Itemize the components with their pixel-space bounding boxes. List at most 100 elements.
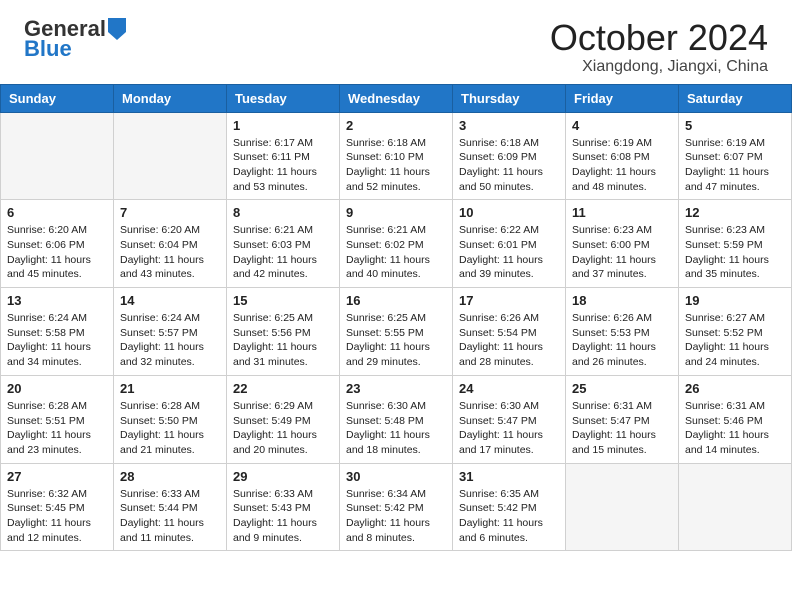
- page-header: General Blue October 2024 Xiangdong, Jia…: [0, 0, 792, 84]
- day-number: 29: [233, 469, 333, 484]
- day-number: 28: [120, 469, 220, 484]
- calendar-week-row: 20Sunrise: 6:28 AMSunset: 5:51 PMDayligh…: [1, 375, 792, 463]
- cell-info: Sunrise: 6:30 AMSunset: 5:47 PMDaylight:…: [459, 399, 559, 458]
- calendar-cell: [566, 463, 679, 551]
- calendar-header-row: SundayMondayTuesdayWednesdayThursdayFrid…: [1, 84, 792, 112]
- logo-blue-text: Blue: [24, 36, 72, 61]
- cell-info: Sunrise: 6:28 AMSunset: 5:50 PMDaylight:…: [120, 399, 220, 458]
- day-number: 24: [459, 381, 559, 396]
- calendar-cell: 23 Sunrise: 6:30 AMSunset: 5:48 PMDayligh…: [340, 375, 453, 463]
- cell-info: Sunrise: 6:34 AMSunset: 5:42 PMDaylight:…: [346, 487, 446, 546]
- cell-info: Sunrise: 6:23 AMSunset: 6:00 PMDaylight:…: [572, 223, 672, 282]
- calendar-cell: 4 Sunrise: 6:19 AMSunset: 6:08 PMDaylight…: [566, 112, 679, 200]
- calendar-cell: 25 Sunrise: 6:31 AMSunset: 5:47 PMDayligh…: [566, 375, 679, 463]
- day-number: 11: [572, 205, 672, 220]
- day-number: 3: [459, 118, 559, 133]
- day-number: 25: [572, 381, 672, 396]
- day-number: 1: [233, 118, 333, 133]
- cell-info: Sunrise: 6:32 AMSunset: 5:45 PMDaylight:…: [7, 487, 107, 546]
- calendar-week-row: 13Sunrise: 6:24 AMSunset: 5:58 PMDayligh…: [1, 288, 792, 376]
- day-number: 22: [233, 381, 333, 396]
- cell-info: Sunrise: 6:26 AMSunset: 5:54 PMDaylight:…: [459, 311, 559, 370]
- calendar-week-row: 1 Sunrise: 6:17 AMSunset: 6:11 PMDaylight…: [1, 112, 792, 200]
- calendar-cell: 20Sunrise: 6:28 AMSunset: 5:51 PMDayligh…: [1, 375, 114, 463]
- day-number: 7: [120, 205, 220, 220]
- cell-info: Sunrise: 6:28 AMSunset: 5:51 PMDaylight:…: [7, 399, 107, 458]
- cell-info: Sunrise: 6:19 AMSunset: 6:07 PMDaylight:…: [685, 136, 785, 195]
- day-number: 17: [459, 293, 559, 308]
- day-of-week-header: Wednesday: [340, 84, 453, 112]
- day-of-week-header: Monday: [114, 84, 227, 112]
- cell-info: Sunrise: 6:31 AMSunset: 5:47 PMDaylight:…: [572, 399, 672, 458]
- day-number: 4: [572, 118, 672, 133]
- day-number: 2: [346, 118, 446, 133]
- calendar-cell: 18 Sunrise: 6:26 AMSunset: 5:53 PMDayligh…: [566, 288, 679, 376]
- calendar-cell: 3 Sunrise: 6:18 AMSunset: 6:09 PMDaylight…: [453, 112, 566, 200]
- cell-info: Sunrise: 6:33 AMSunset: 5:44 PMDaylight:…: [120, 487, 220, 546]
- cell-info: Sunrise: 6:22 AMSunset: 6:01 PMDaylight:…: [459, 223, 559, 282]
- cell-info: Sunrise: 6:18 AMSunset: 6:10 PMDaylight:…: [346, 136, 446, 195]
- calendar-cell: 8 Sunrise: 6:21 AMSunset: 6:03 PMDaylight…: [227, 200, 340, 288]
- calendar-cell: 6 Sunrise: 6:20 AMSunset: 6:06 PMDaylight…: [1, 200, 114, 288]
- calendar-cell: 21 Sunrise: 6:28 AMSunset: 5:50 PMDayligh…: [114, 375, 227, 463]
- cell-info: Sunrise: 6:35 AMSunset: 5:42 PMDaylight:…: [459, 487, 559, 546]
- day-number: 15: [233, 293, 333, 308]
- calendar-cell: 31 Sunrise: 6:35 AMSunset: 5:42 PMDayligh…: [453, 463, 566, 551]
- calendar-cell: 12 Sunrise: 6:23 AMSunset: 5:59 PMDayligh…: [679, 200, 792, 288]
- calendar-cell: 27 Sunrise: 6:32 AMSunset: 5:45 PMDayligh…: [1, 463, 114, 551]
- calendar-table: SundayMondayTuesdayWednesdayThursdayFrid…: [0, 84, 792, 552]
- cell-info: Sunrise: 6:26 AMSunset: 5:53 PMDaylight:…: [572, 311, 672, 370]
- day-of-week-header: Friday: [566, 84, 679, 112]
- day-number: 16: [346, 293, 446, 308]
- calendar-week-row: 27 Sunrise: 6:32 AMSunset: 5:45 PMDayligh…: [1, 463, 792, 551]
- title-block: October 2024 Xiangdong, Jiangxi, China: [550, 18, 768, 76]
- logo-icon: [108, 18, 126, 40]
- calendar-cell: 28 Sunrise: 6:33 AMSunset: 5:44 PMDayligh…: [114, 463, 227, 551]
- day-number: 31: [459, 469, 559, 484]
- day-number: 27: [7, 469, 107, 484]
- cell-info: Sunrise: 6:31 AMSunset: 5:46 PMDaylight:…: [685, 399, 785, 458]
- cell-info: Sunrise: 6:19 AMSunset: 6:08 PMDaylight:…: [572, 136, 672, 195]
- calendar-cell: [114, 112, 227, 200]
- cell-info: Sunrise: 6:25 AMSunset: 5:56 PMDaylight:…: [233, 311, 333, 370]
- day-number: 8: [233, 205, 333, 220]
- day-number: 14: [120, 293, 220, 308]
- cell-info: Sunrise: 6:29 AMSunset: 5:49 PMDaylight:…: [233, 399, 333, 458]
- cell-info: Sunrise: 6:18 AMSunset: 6:09 PMDaylight:…: [459, 136, 559, 195]
- calendar-cell: 11 Sunrise: 6:23 AMSunset: 6:00 PMDayligh…: [566, 200, 679, 288]
- cell-info: Sunrise: 6:20 AMSunset: 6:06 PMDaylight:…: [7, 223, 107, 282]
- calendar-cell: [1, 112, 114, 200]
- day-of-week-header: Tuesday: [227, 84, 340, 112]
- month-title: October 2024: [550, 18, 768, 58]
- day-number: 12: [685, 205, 785, 220]
- cell-info: Sunrise: 6:21 AMSunset: 6:03 PMDaylight:…: [233, 223, 333, 282]
- calendar-cell: 30 Sunrise: 6:34 AMSunset: 5:42 PMDayligh…: [340, 463, 453, 551]
- cell-info: Sunrise: 6:30 AMSunset: 5:48 PMDaylight:…: [346, 399, 446, 458]
- day-of-week-header: Saturday: [679, 84, 792, 112]
- day-of-week-header: Sunday: [1, 84, 114, 112]
- day-number: 30: [346, 469, 446, 484]
- calendar-cell: 24 Sunrise: 6:30 AMSunset: 5:47 PMDayligh…: [453, 375, 566, 463]
- calendar-week-row: 6 Sunrise: 6:20 AMSunset: 6:06 PMDaylight…: [1, 200, 792, 288]
- calendar-cell: 29Sunrise: 6:33 AMSunset: 5:43 PMDayligh…: [227, 463, 340, 551]
- day-number: 6: [7, 205, 107, 220]
- calendar-cell: 17 Sunrise: 6:26 AMSunset: 5:54 PMDayligh…: [453, 288, 566, 376]
- day-number: 21: [120, 381, 220, 396]
- calendar-cell: 7 Sunrise: 6:20 AMSunset: 6:04 PMDaylight…: [114, 200, 227, 288]
- calendar-cell: 2 Sunrise: 6:18 AMSunset: 6:10 PMDaylight…: [340, 112, 453, 200]
- day-number: 10: [459, 205, 559, 220]
- day-number: 23: [346, 381, 446, 396]
- calendar-cell: 15 Sunrise: 6:25 AMSunset: 5:56 PMDayligh…: [227, 288, 340, 376]
- day-of-week-header: Thursday: [453, 84, 566, 112]
- calendar-cell: 5Sunrise: 6:19 AMSunset: 6:07 PMDaylight…: [679, 112, 792, 200]
- cell-info: Sunrise: 6:24 AMSunset: 5:58 PMDaylight:…: [7, 311, 107, 370]
- day-number: 18: [572, 293, 672, 308]
- cell-info: Sunrise: 6:23 AMSunset: 5:59 PMDaylight:…: [685, 223, 785, 282]
- location-title: Xiangdong, Jiangxi, China: [550, 58, 768, 76]
- calendar-cell: 22 Sunrise: 6:29 AMSunset: 5:49 PMDayligh…: [227, 375, 340, 463]
- cell-info: Sunrise: 6:20 AMSunset: 6:04 PMDaylight:…: [120, 223, 220, 282]
- calendar-cell: 14Sunrise: 6:24 AMSunset: 5:57 PMDayligh…: [114, 288, 227, 376]
- day-number: 26: [685, 381, 785, 396]
- cell-info: Sunrise: 6:17 AMSunset: 6:11 PMDaylight:…: [233, 136, 333, 195]
- calendar-cell: 10 Sunrise: 6:22 AMSunset: 6:01 PMDayligh…: [453, 200, 566, 288]
